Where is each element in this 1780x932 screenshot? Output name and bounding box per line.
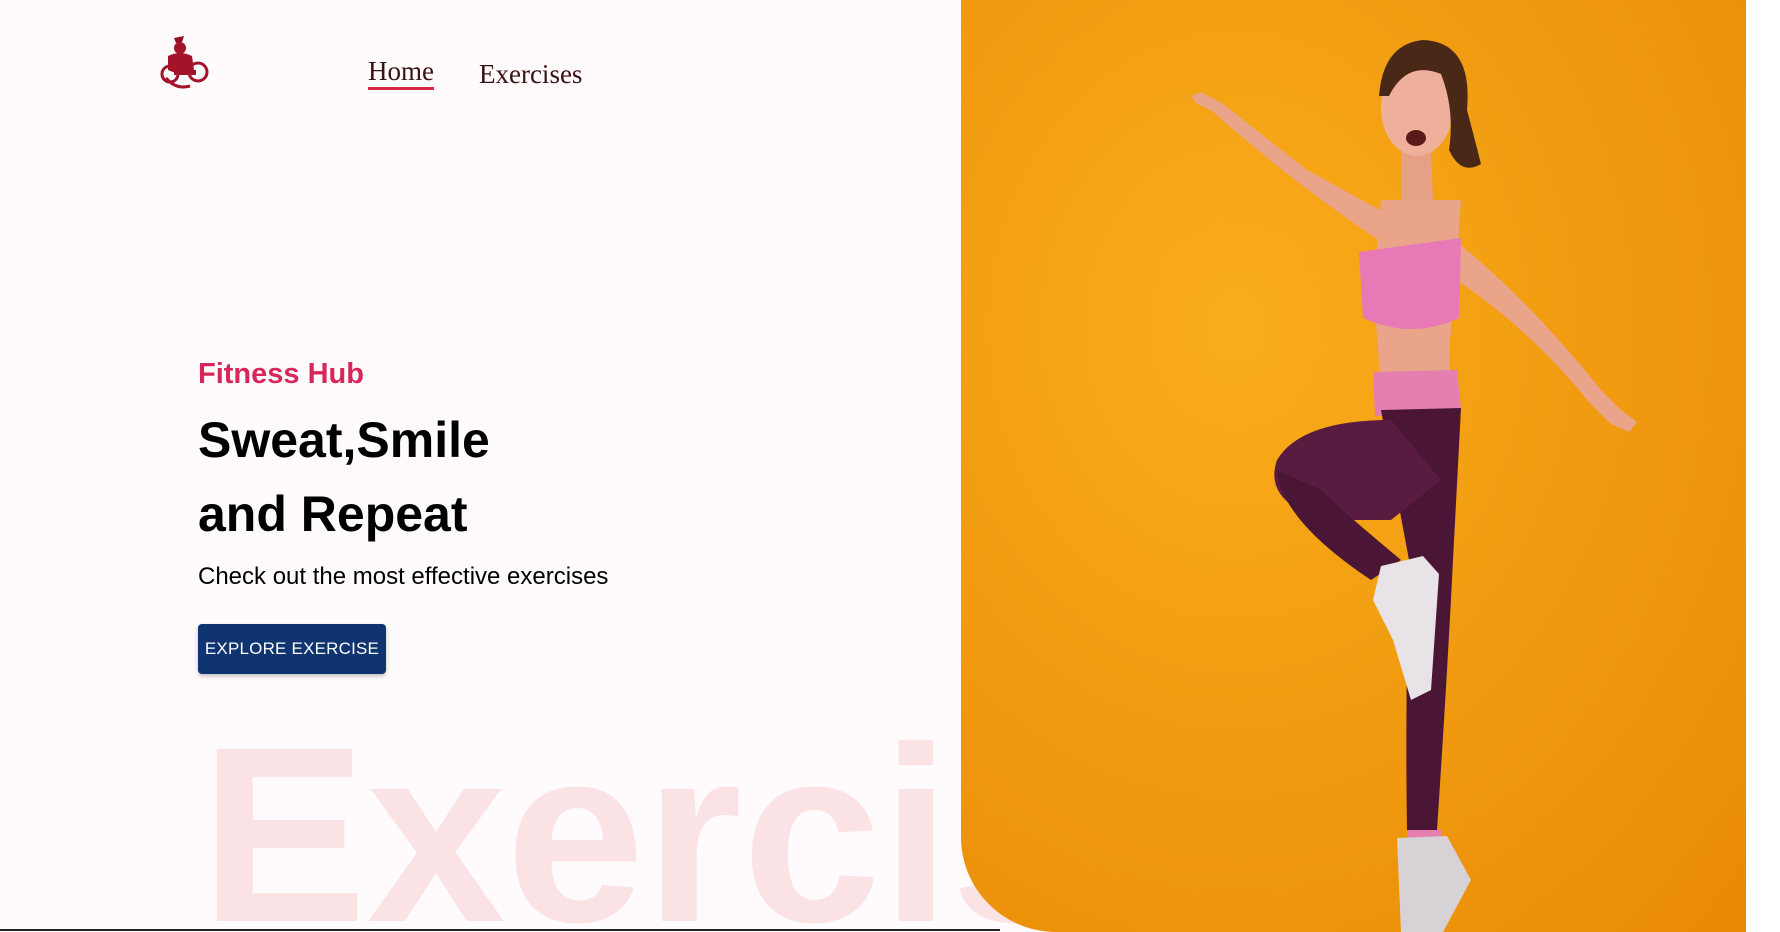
hero-tagline: Fitness Hub	[198, 358, 364, 390]
explore-exercise-button[interactable]: EXPLORE EXERCISE	[198, 624, 386, 674]
hero-subtitle: Check out the most effective exercises	[198, 563, 609, 590]
hero-title: Sweat,Smile and Repeat	[198, 403, 898, 551]
nav-exercises-link[interactable]: Exercises	[479, 58, 582, 90]
hero-section: Fitness Hub Sweat,Smile and Repeat Check…	[198, 358, 898, 591]
bodybuilder-logo-icon[interactable]	[160, 34, 212, 92]
nav-home-link[interactable]: Home	[368, 55, 434, 91]
hero-title-line-2: and Repeat	[198, 486, 468, 542]
hero-banner-image	[961, 0, 1746, 932]
page: Home Exercises Exercise Fitness Hub Swea…	[0, 0, 1780, 932]
hero-title-line-1: Sweat,Smile	[198, 412, 490, 468]
section-divider	[0, 929, 1000, 931]
page-right-margin	[1746, 0, 1780, 932]
main-nav: Home Exercises	[368, 55, 582, 91]
